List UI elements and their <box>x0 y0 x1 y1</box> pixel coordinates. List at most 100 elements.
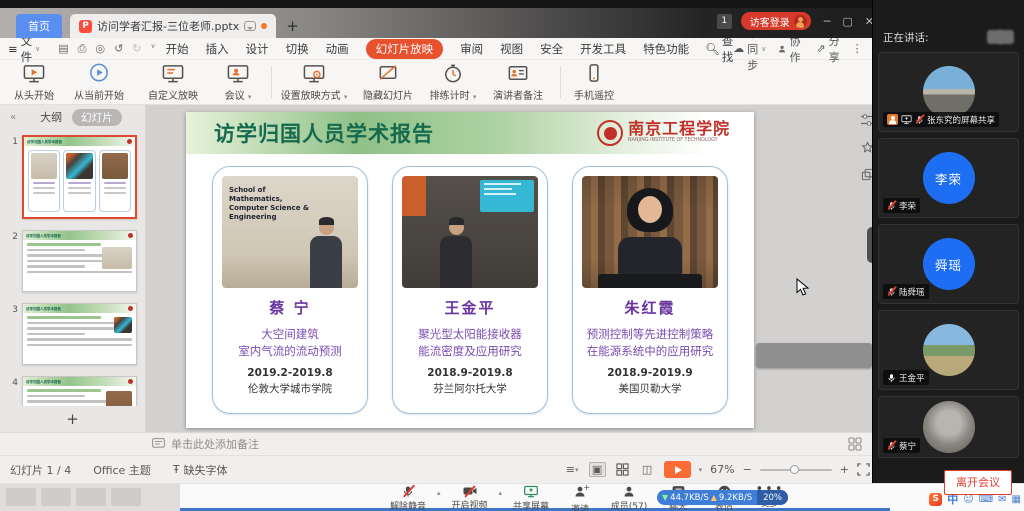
participant-tile-lu-shunyao[interactable]: 舜瑶 陆舜瑶 <box>878 224 1019 304</box>
institute-name-en: NANJING INSTITUTE OF TECHNOLOGY <box>628 138 718 143</box>
more-menu-icon[interactable]: ⋮ <box>852 42 863 55</box>
custom-show-button[interactable]: 自定义放映 <box>136 62 210 102</box>
maximize-button[interactable]: ▢ <box>842 15 852 28</box>
scholar-institution: 芬兰阿尔托大学 <box>402 381 538 396</box>
notification-badge[interactable]: 1 <box>717 14 732 29</box>
monitor-list-icon <box>161 62 185 85</box>
play-from-current-button[interactable]: 从当前开始 <box>62 62 136 102</box>
stopwatch-icon <box>441 62 465 85</box>
menu-view[interactable]: 视图 <box>500 41 523 57</box>
menu-design[interactable]: 设计 <box>246 41 269 57</box>
tray-mail-icon[interactable]: ✉ <box>998 494 1006 505</box>
invite-button[interactable]: + 邀请 <box>560 485 600 511</box>
missing-font-warning[interactable]: Ŧ缺失字体 <box>173 462 228 478</box>
slide-thumbnail-4[interactable]: 4 访学归国人员学术报告 <box>6 376 137 406</box>
mini-slide-title: 访学归国人员学术报告 <box>27 139 62 144</box>
meeting-button[interactable]: 会议 ▾ <box>210 62 266 102</box>
monitor-play-icon <box>22 62 46 85</box>
cloud-icon: ☁ <box>733 42 744 55</box>
share-screen-button[interactable]: 共享屏幕 <box>508 485 554 511</box>
zoom-slider[interactable] <box>760 469 832 471</box>
participant-name: 李荣 <box>899 200 916 212</box>
menu-features[interactable]: 特色功能 <box>643 41 689 57</box>
tab-slides[interactable]: 幻灯片 <box>72 109 122 126</box>
reading-view-icon[interactable]: ◫ <box>639 462 656 477</box>
rehearse-timing-button[interactable]: 排练计时 ▾ <box>425 62 481 102</box>
undo-icon[interactable]: ↺ <box>114 42 123 56</box>
mini-logo-icon <box>128 379 133 384</box>
slide-thumbnail-2[interactable]: 2 访学归国人员学术报告 <box>6 230 137 292</box>
hide-slide-button[interactable]: 隐藏幻灯片 <box>351 62 425 102</box>
mini-logo-icon <box>128 233 133 238</box>
play-from-start-button[interactable]: 从头开始 <box>6 62 62 102</box>
host-badge-icon <box>887 114 898 125</box>
slide-1[interactable]: 访学归国人员学术报告 南京工程学院 NANJING INSTITUTE OF T… <box>186 112 754 428</box>
setup-show-button[interactable]: 设置放映方式 ▾ <box>277 62 351 102</box>
participant-tile-cai-ning[interactable]: 蔡宁 <box>878 396 1019 458</box>
tab-home[interactable]: 首页 <box>16 14 62 38</box>
share-icon: ⇗ <box>816 42 825 55</box>
zoom-out-button[interactable]: − <box>743 463 752 476</box>
mic-options-caret[interactable]: ▴ <box>437 485 441 497</box>
menu-devtools[interactable]: 开发工具 <box>580 41 626 57</box>
menu-review[interactable]: 审阅 <box>460 41 483 57</box>
slide-sorter-icon[interactable] <box>614 462 631 477</box>
members-button[interactable]: 成员(57) <box>606 485 652 511</box>
menu-security[interactable]: 安全 <box>540 41 563 57</box>
zoom-slider-knob[interactable] <box>790 465 799 474</box>
new-tab-button[interactable]: + <box>286 19 299 34</box>
presenter-notes-button[interactable]: 演讲者备注 <box>481 62 555 102</box>
unmute-button[interactable]: 解除静音 <box>385 485 431 511</box>
redo-icon[interactable]: ↻ <box>132 42 141 56</box>
phone-remote-button[interactable]: 手机遥控 <box>566 62 622 102</box>
participant-tile-screen-share[interactable]: 张东究的屏幕共享 <box>878 52 1019 132</box>
tray-keyboard-icon[interactable]: ⌨ <box>979 494 993 505</box>
add-slide-button[interactable]: + <box>0 406 145 432</box>
download-arrow-icon: ▼ <box>662 493 668 502</box>
guest-login-button[interactable]: 访客登录 <box>741 12 811 30</box>
theme-indicator[interactable]: Office 主题 <box>93 462 151 478</box>
menu-animation[interactable]: 动画 <box>326 41 349 57</box>
video-options-caret[interactable]: ▴ <box>499 485 503 497</box>
menu-insert[interactable]: 插入 <box>206 41 229 57</box>
sogou-input-icon[interactable]: S <box>929 493 942 506</box>
comment-icon[interactable] <box>244 21 256 31</box>
tray-smiley-icon[interactable]: ☺ <box>963 494 973 505</box>
grid-view-icon[interactable] <box>848 437 862 451</box>
tray-grid-icon[interactable]: ▦ <box>1012 494 1021 505</box>
menu-start[interactable]: 开始 <box>166 41 189 57</box>
menu-slideshow-active[interactable]: 幻灯片放映 <box>366 39 444 59</box>
person-icon <box>623 485 635 498</box>
wps-presentation-window: 首页 P 访问学者汇报-三位老师.pptx + 1 访客登录 ─ ▢ ✕ ≡ 文… <box>0 0 880 511</box>
normal-view-icon[interactable]: ▣ <box>589 462 606 477</box>
tab-outline[interactable]: 大纲 <box>40 109 62 125</box>
participant-tile-li-rong[interactable]: 李荣 李荣 <box>878 138 1019 218</box>
slide-thumbnail-1[interactable]: 1 访学归国人员学术报告 <box>6 135 137 219</box>
minimize-button[interactable]: ─ <box>824 15 831 28</box>
print-icon[interactable]: ⎙ <box>78 42 87 56</box>
slide-number: 2 <box>6 230 18 292</box>
start-video-button[interactable]: 开启视频 <box>447 485 493 511</box>
notes-bar[interactable]: 单击此处添加备注 <box>0 432 880 455</box>
slide-thumbnail-3[interactable]: 3 访学归国人员学术报告 <box>6 303 137 365</box>
zoom-in-button[interactable]: + <box>840 463 849 476</box>
more-quick-icon[interactable]: ∨ <box>151 42 156 56</box>
screen: 首页 P 访问学者汇报-三位老师.pptx + 1 访客登录 ─ ▢ ✕ ≡ 文… <box>0 0 1024 511</box>
zoom-level[interactable]: 67% <box>710 463 734 476</box>
avatar: 舜瑶 <box>923 238 975 290</box>
scholar-period: 2019.2-2019.8 <box>222 367 358 379</box>
play-slideshow-button[interactable] <box>664 461 691 478</box>
preview-icon[interactable]: ◎ <box>95 42 105 56</box>
avatar <box>923 401 975 453</box>
leave-meeting-button[interactable]: 离开会议 <box>944 470 1012 495</box>
scholar-name: 王金平 <box>402 297 538 318</box>
tab-document[interactable]: P 访问学者汇报-三位老师.pptx <box>70 14 276 38</box>
participant-tile-wang-jinping[interactable]: 王金平 <box>878 310 1019 390</box>
save-icon[interactable]: ▤ <box>58 42 68 56</box>
notes-toggle-icon[interactable]: ≡▾ <box>564 462 581 477</box>
menu-transition[interactable]: 切换 <box>286 41 309 57</box>
muted-mic-icon <box>887 441 896 451</box>
collapse-panel-icon[interactable]: « <box>10 112 16 123</box>
fit-window-icon[interactable] <box>857 463 870 476</box>
play-options-caret[interactable]: ▾ <box>699 466 703 474</box>
